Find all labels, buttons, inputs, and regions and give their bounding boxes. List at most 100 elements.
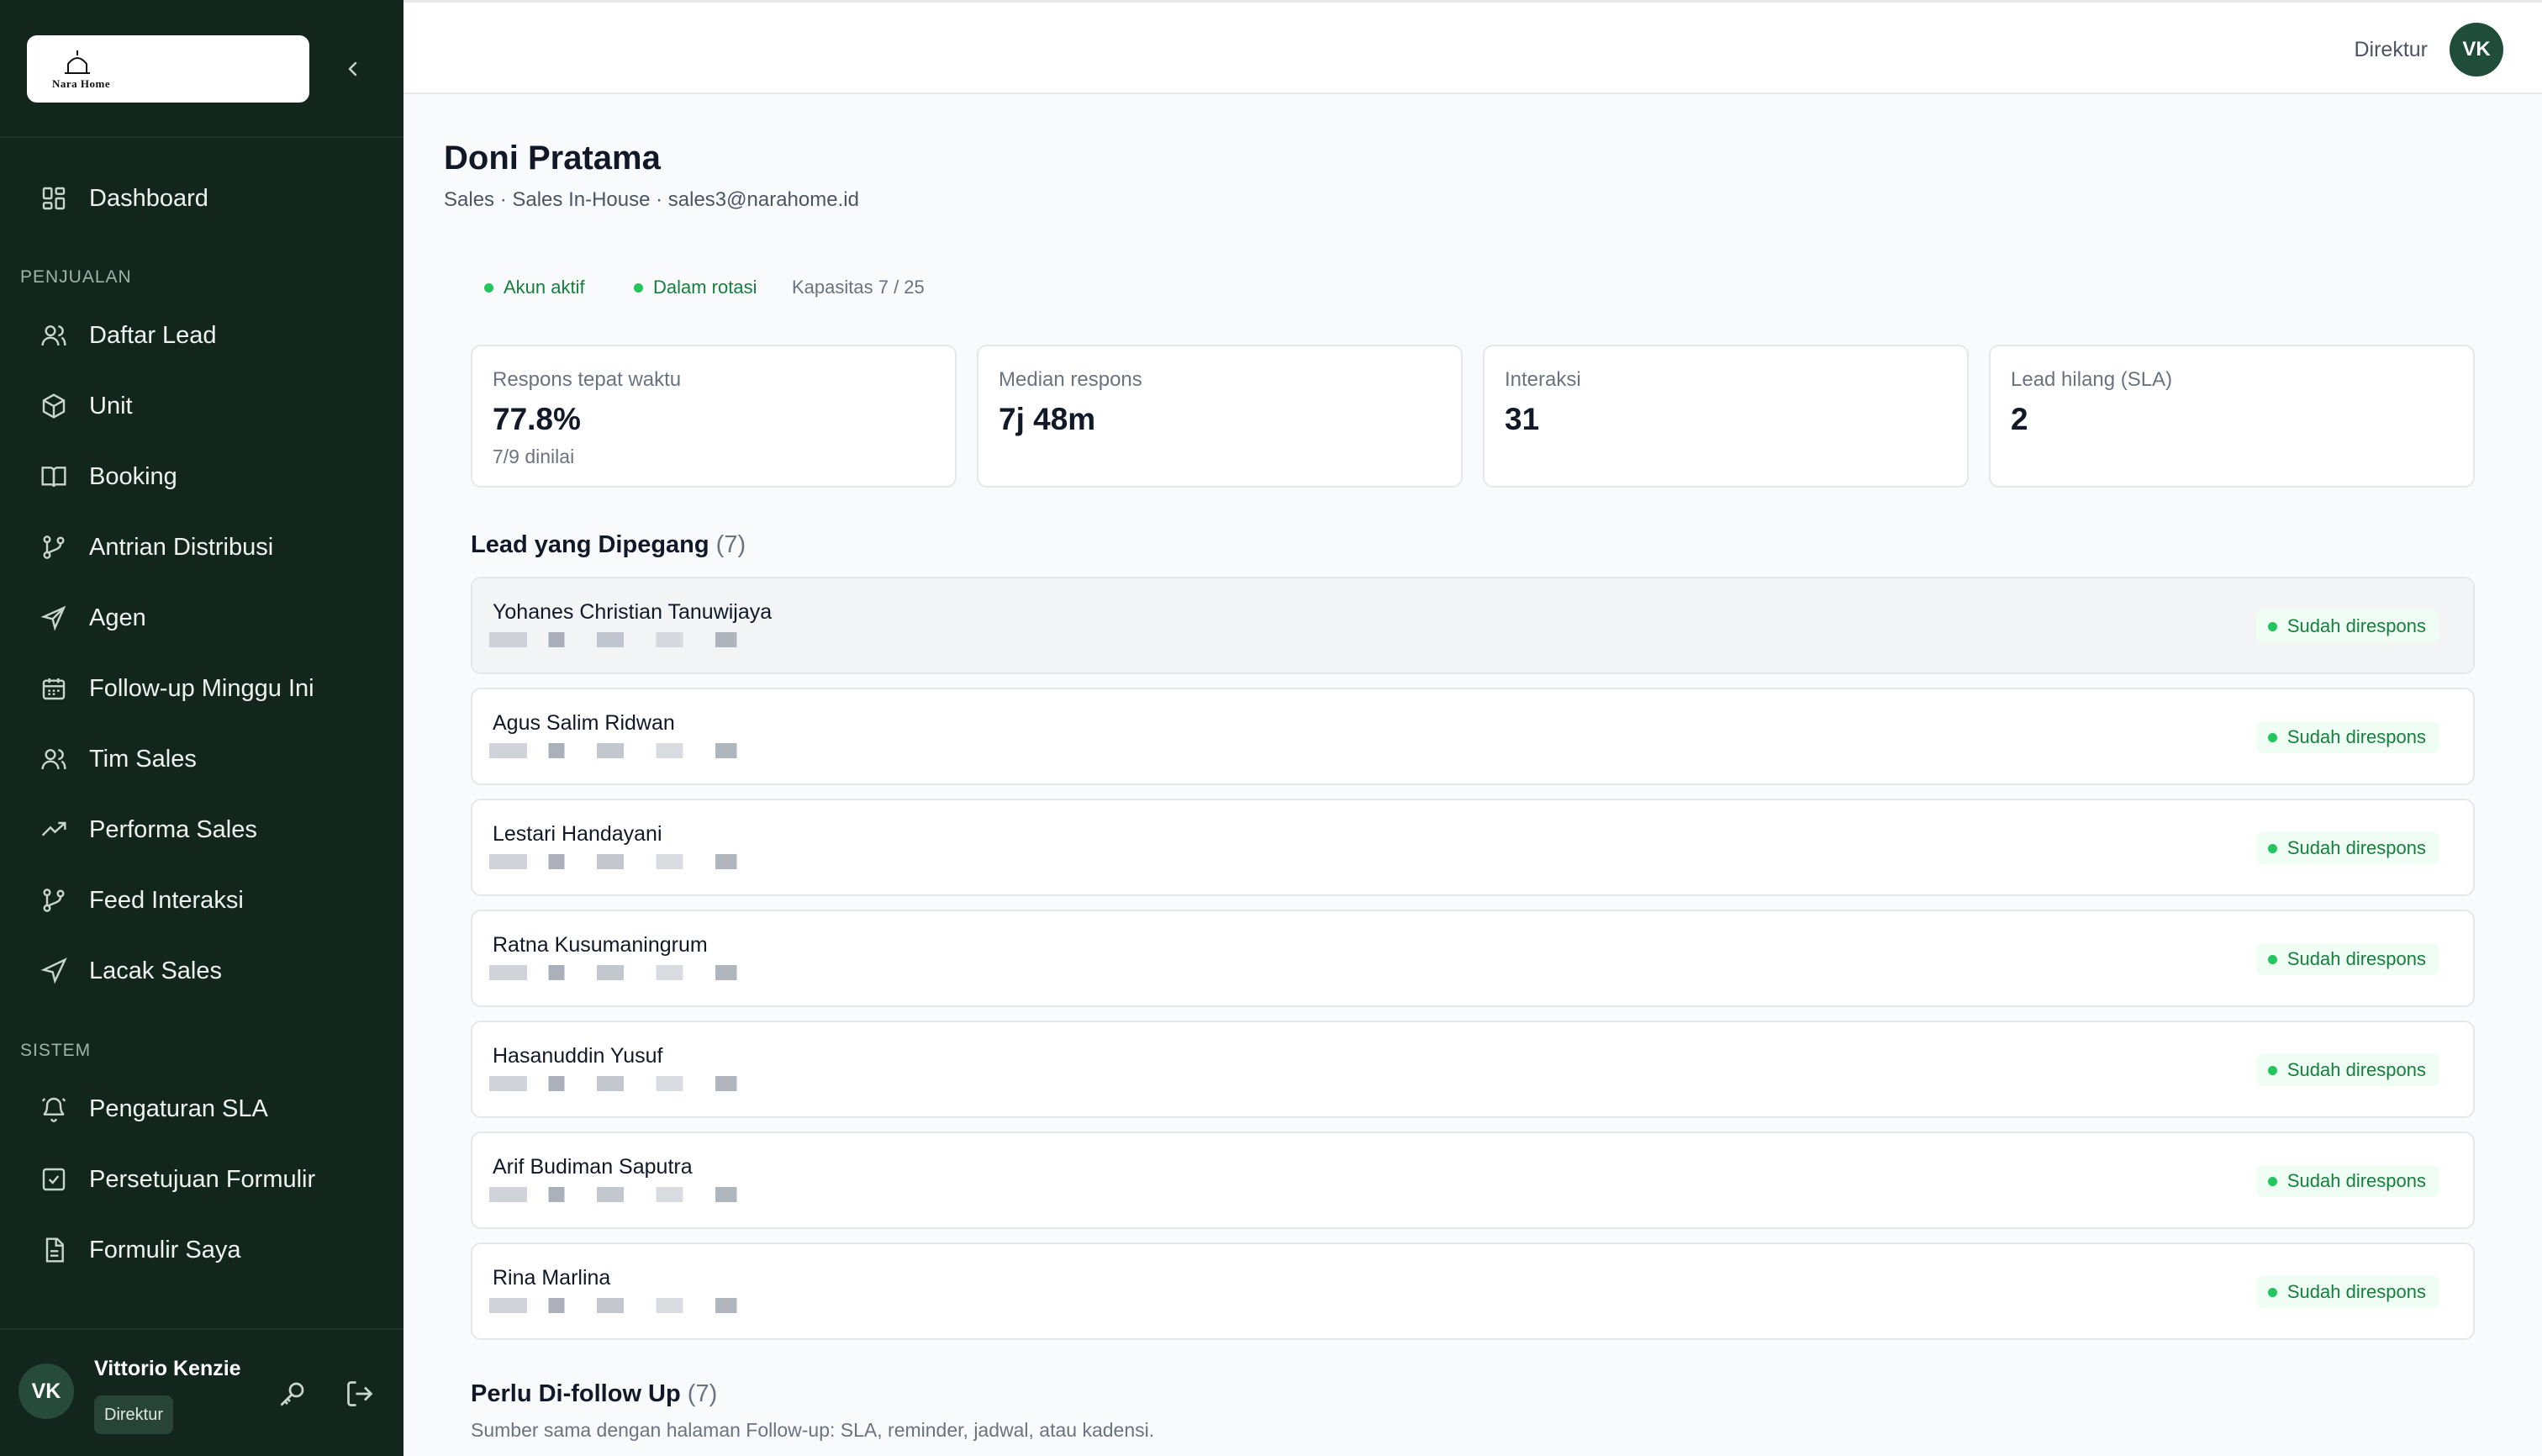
status-dot-icon <box>2267 1065 2277 1075</box>
sidebar-item-follow-up[interactable]: Follow-up Minggu Ini <box>20 659 390 718</box>
key-icon <box>280 1382 304 1406</box>
sidebar-item-label: Formulir Saya <box>89 1236 241 1263</box>
sidebar-item-label: Lacak Sales <box>89 957 222 984</box>
brand-logo[interactable]: Nara Home <box>27 35 309 103</box>
status-label: Sudah direspons <box>2286 837 2426 858</box>
topbar: Direktur VK <box>403 0 2542 94</box>
send-icon <box>37 601 71 635</box>
lead-name: Yohanes Christian Tanuwijaya <box>493 600 773 624</box>
file-icon <box>37 1233 71 1267</box>
lead-row[interactable]: Ratna Kusumaningrum Sudah direspons <box>471 910 2475 1007</box>
stat-card-on-time: Respons tepat waktu 77.8% 7/9 dinilai <box>471 345 957 488</box>
status-label: Sudah direspons <box>2286 615 2426 636</box>
logout-icon <box>347 1381 373 1406</box>
section-title-leads: Lead yang Dipegang (7) <box>471 531 746 559</box>
sidebar-item-unit[interactable]: Unit <box>20 377 390 435</box>
lead-phone-redacted <box>489 1298 758 1313</box>
avatar: VK <box>18 1364 74 1419</box>
status-label: Dalam rotasi <box>653 277 757 298</box>
stat-label: Respons tepat waktu <box>493 368 682 391</box>
sidebar-item-performa-sales[interactable]: Performa Sales <box>20 800 390 859</box>
status-label: Akun aktif <box>504 277 585 298</box>
calendar-icon <box>37 672 71 705</box>
stat-label: Interaksi <box>1505 368 1581 391</box>
sidebar: Nara Home Dashboard PENJUALAN Daftar Lea… <box>0 0 403 1456</box>
stat-value: 2 <box>2011 402 2028 436</box>
stat-value: 77.8% <box>493 402 581 436</box>
section-title-text: Perlu Di-follow Up <box>471 1380 681 1407</box>
sidebar-item-agen[interactable]: Agen <box>20 588 390 647</box>
change-password-button[interactable] <box>277 1379 308 1409</box>
status-label: Sudah direspons <box>2286 726 2426 747</box>
sidebar-item-persetujuan-formulir[interactable]: Persetujuan Formulir <box>20 1150 390 1209</box>
stat-card-interactions: Interaksi 31 <box>1483 345 1969 488</box>
stat-value: 31 <box>1505 402 1540 436</box>
collapse-sidebar-button[interactable] <box>336 52 370 86</box>
status-badge: Sudah direspons <box>2255 943 2439 975</box>
sidebar-item-feed-interaksi[interactable]: Feed Interaksi <box>20 871 390 930</box>
sidebar-item-label: Follow-up Minggu Ini <box>89 674 314 702</box>
sidebar-item-daftar-lead[interactable]: Daftar Lead <box>20 306 390 365</box>
sidebar-item-label: Daftar Lead <box>89 321 217 349</box>
sidebar-item-tim-sales[interactable]: Tim Sales <box>20 730 390 789</box>
stat-card-median-response: Median respons 7j 48m <box>977 345 1463 488</box>
lead-row[interactable]: Arif Budiman Saputra Sudah direspons <box>471 1132 2475 1229</box>
stat-card-lost-leads: Lead hilang (SLA) 2 <box>1989 345 2475 488</box>
section-label-penjualan: PENJUALAN <box>20 267 132 287</box>
section-count: (7) <box>715 531 746 558</box>
status-dot-icon <box>634 282 643 293</box>
status-badge-account-active: Akun aktif <box>484 274 585 301</box>
status-badge: Sudah direspons <box>2255 832 2439 864</box>
sidebar-item-antrian-distribusi[interactable]: Antrian Distribusi <box>20 518 390 577</box>
check-square-icon <box>37 1163 71 1196</box>
sidebar-item-label: Performa Sales <box>89 815 257 843</box>
sidebar-item-label: Persetujuan Formulir <box>89 1165 316 1193</box>
status-dot-icon <box>2267 1176 2277 1186</box>
stat-sub: 7/9 dinilai <box>493 446 575 467</box>
sidebar-footer-divider <box>0 1328 403 1330</box>
lead-phone-redacted <box>489 743 758 758</box>
lead-name: Rina Marlina <box>493 1266 611 1290</box>
lead-row[interactable]: Yohanes Christian Tanuwijaya Sudah dires… <box>471 577 2475 674</box>
bell-icon <box>37 1092 71 1126</box>
section-count: (7) <box>687 1380 718 1407</box>
lead-row[interactable]: Agus Salim Ridwan Sudah direspons <box>471 688 2475 785</box>
capacity-label: Kapasitas 7 / 25 <box>792 277 925 298</box>
sidebar-item-label: Agen <box>89 604 146 631</box>
sidebar-item-formulir-saya[interactable]: Formulir Saya <box>20 1221 390 1279</box>
sidebar-item-label: Pengaturan SLA <box>89 1095 268 1122</box>
box-icon <box>37 389 71 423</box>
lead-row[interactable]: Rina Marlina Sudah direspons <box>471 1242 2475 1340</box>
section-title-followup: Perlu Di-follow Up (7) <box>471 1380 717 1408</box>
sidebar-item-dashboard[interactable]: Dashboard <box>20 169 390 228</box>
sidebar-item-label: Antrian Distribusi <box>89 533 274 561</box>
book-icon <box>37 460 71 493</box>
status-badge: Sudah direspons <box>2255 1276 2439 1308</box>
page-subtitle: Sales · Sales In-House · sales3@narahome… <box>444 188 859 211</box>
status-badge: Sudah direspons <box>2255 1054 2439 1086</box>
lead-name: Hasanuddin Yusuf <box>493 1044 663 1068</box>
status-badge: Sudah direspons <box>2255 721 2439 753</box>
sidebar-item-pengaturan-sla[interactable]: Pengaturan SLA <box>20 1079 390 1138</box>
sidebar-user-role-badge: Direktur <box>94 1395 174 1434</box>
stat-label: Median respons <box>999 368 1142 391</box>
sidebar-item-booking[interactable]: Booking <box>20 447 390 506</box>
chevron-left-icon <box>348 61 357 76</box>
stat-value: 7j 48m <box>999 402 1096 436</box>
sidebar-item-lacak-sales[interactable]: Lacak Sales <box>20 942 390 1000</box>
branch-icon <box>37 530 71 564</box>
lead-row[interactable]: Hasanuddin Yusuf Sudah direspons <box>471 1021 2475 1118</box>
lead-phone-redacted <box>489 1187 758 1202</box>
logout-button[interactable] <box>345 1379 375 1409</box>
sidebar-item-label: Feed Interaksi <box>89 886 244 914</box>
page-title: Doni Pratama <box>444 140 661 177</box>
status-badge-rotation: Dalam rotasi <box>634 274 757 301</box>
sidebar-item-label: Tim Sales <box>89 745 197 773</box>
grid-icon <box>37 182 71 215</box>
lead-phone-redacted <box>489 632 758 647</box>
status-label: Sudah direspons <box>2286 948 2426 969</box>
users-icon <box>37 319 71 352</box>
status-dot-icon <box>2267 843 2277 853</box>
lead-row[interactable]: Lestari Handayani Sudah direspons <box>471 799 2475 896</box>
user-menu-avatar[interactable]: VK <box>2450 23 2503 76</box>
